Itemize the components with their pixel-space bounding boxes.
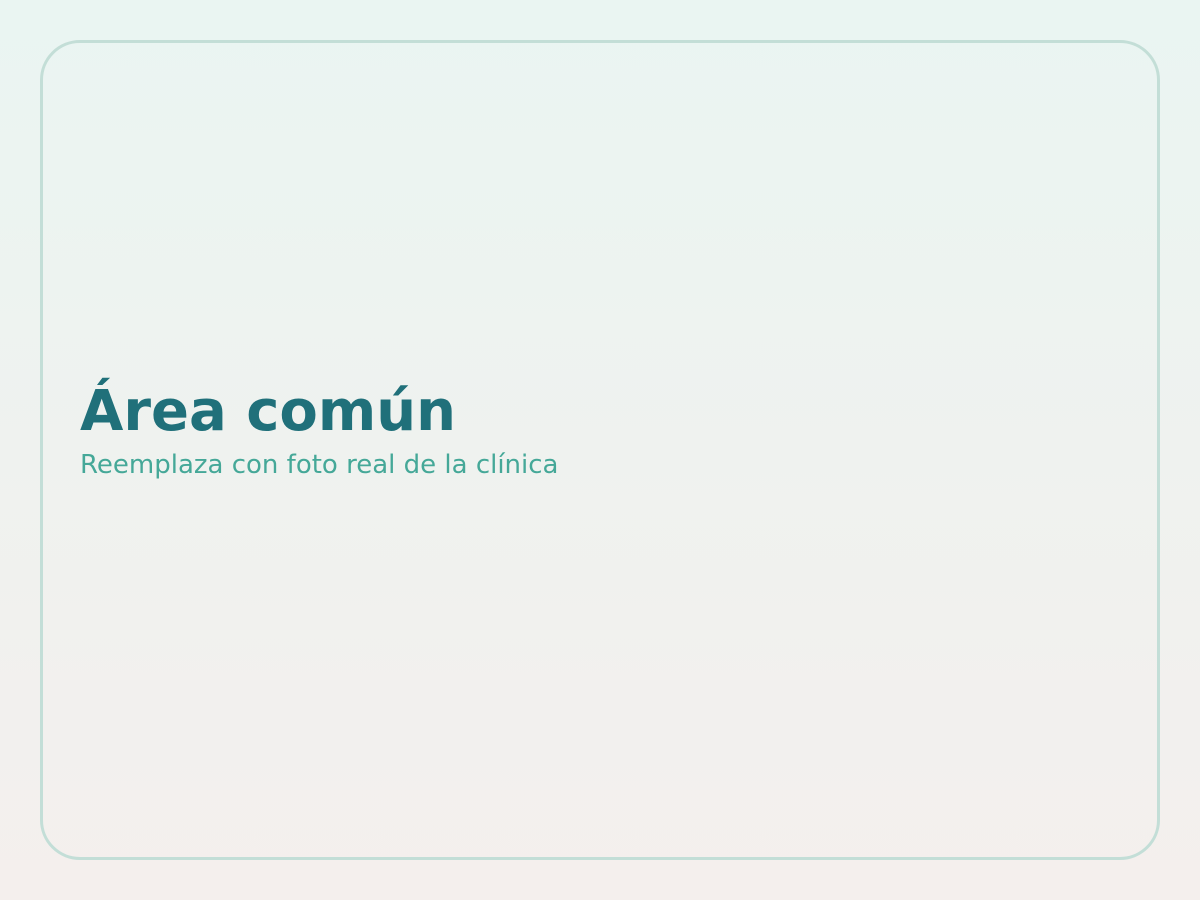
placeholder-title: Área común — [80, 379, 456, 444]
placeholder-subtitle: Reemplaza con foto real de la clínica — [80, 450, 559, 480]
placeholder-caption: Área común Reemplaza con foto real de la… — [80, 378, 559, 482]
